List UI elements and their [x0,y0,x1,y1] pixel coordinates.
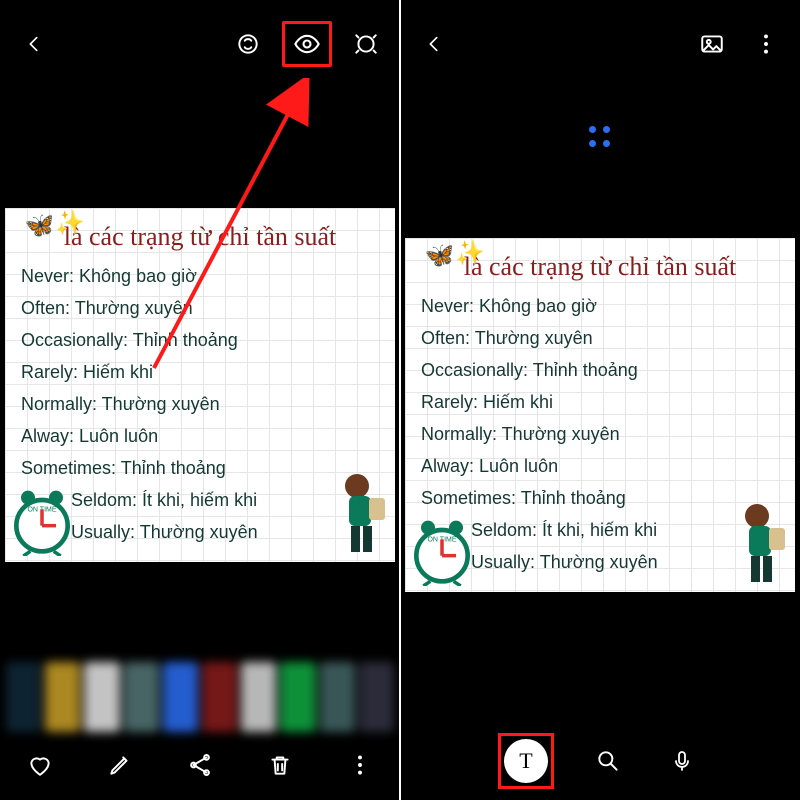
card-row: Often: Thường xuyên [15,292,385,324]
thumbnail-strip[interactable] [0,662,400,732]
text-tool-button[interactable]: T [504,739,548,783]
person-decoration [721,500,795,590]
lens-icon[interactable] [346,24,386,64]
bottombar-left [0,738,400,792]
card-row: Rarely: Hiếm khi [415,386,785,418]
eye-view-icon[interactable] [282,21,332,67]
pane-divider [399,0,401,800]
person-decoration [321,470,395,560]
topbar-left [0,0,400,88]
more-button[interactable] [340,745,380,785]
clock-decoration: ON TIME [407,516,477,586]
bottombar-right: T [400,730,800,792]
clock-decoration: ON TIME [7,486,77,556]
share-button[interactable] [180,745,220,785]
butterfly-decoration: 🦋✨ [24,208,86,242]
edit-button[interactable] [100,745,140,785]
search-button[interactable] [588,741,628,781]
gallery-icon[interactable] [692,24,732,64]
card-row: Occasionally: Thỉnh thoảng [415,354,785,386]
image-card-left: 🦋✨ là các trạng từ chỉ tần suất Never: K… [0,208,400,562]
card-row: Rarely: Hiếm khi [15,356,385,388]
image-card-right: 🦋✨ là các trạng từ chỉ tần suất Never: K… [400,238,800,592]
pane-left: 🦋✨ là các trạng từ chỉ tần suất Never: K… [0,0,400,800]
topbar-right [400,0,800,88]
pane-right: 🦋✨ là các trạng từ chỉ tần suất Never: K… [400,0,800,800]
mic-button[interactable] [662,741,702,781]
card-row: Alway: Luôn luôn [415,450,785,482]
butterfly-decoration: 🦋✨ [424,238,486,272]
ai-enhance-icon[interactable] [228,24,268,64]
card-row: Often: Thường xuyên [415,322,785,354]
card-row: Normally: Thường xuyên [15,388,385,420]
text-tool-highlight: T [498,733,554,789]
favorite-button[interactable] [20,745,60,785]
card-row: Never: Không bao giờ [415,290,785,322]
back-button[interactable] [14,24,54,64]
card-row: Occasionally: Thỉnh thoảng [15,324,385,356]
delete-button[interactable] [260,745,300,785]
card-row: Normally: Thường xuyên [415,418,785,450]
card-row: Alway: Luôn luôn [15,420,385,452]
back-button[interactable] [414,24,454,64]
card-row: Never: Không bao giờ [15,260,385,292]
more-button[interactable] [746,24,786,64]
loading-indicator [589,126,611,148]
